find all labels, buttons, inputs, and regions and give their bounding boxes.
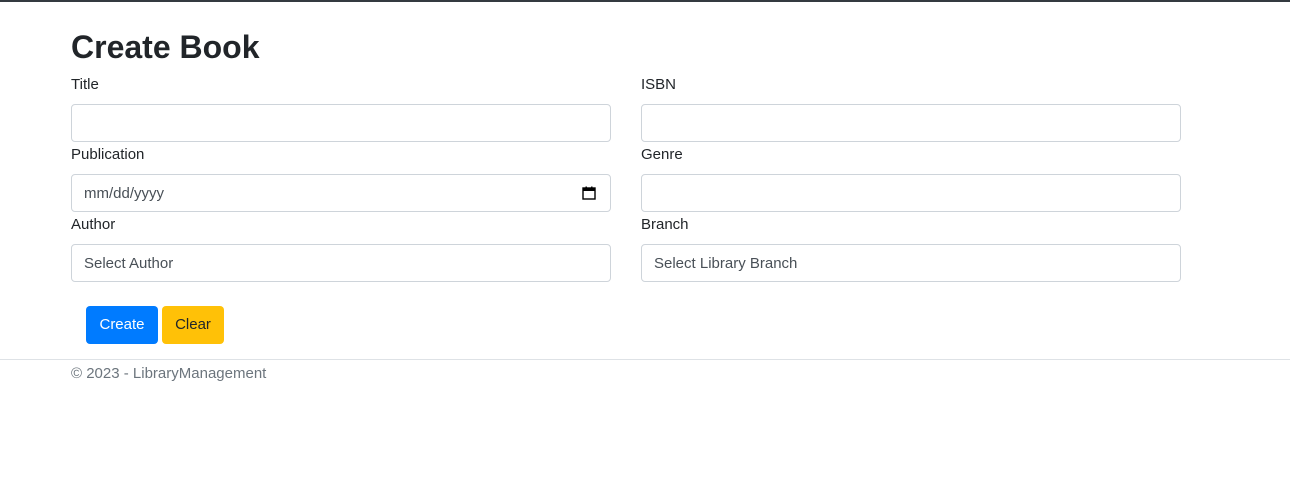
branch-select-value: Select Library Branch (654, 254, 798, 272)
publication-date-placeholder: mm/dd/yyyy (84, 184, 165, 202)
branch-label: Branch (641, 216, 689, 233)
isbn-input[interactable] (641, 104, 1181, 142)
author-select[interactable]: Select Author (71, 244, 611, 282)
isbn-label: ISBN (641, 76, 677, 93)
clear-button[interactable]: Clear (162, 306, 224, 344)
top-border (0, 0, 1290, 2)
publication-label: Publication (71, 146, 145, 163)
genre-label: Genre (641, 146, 683, 163)
calendar-icon[interactable] (582, 186, 596, 200)
author-label: Author (71, 216, 116, 233)
footer-copyright: © 2023 - LibraryManagement (71, 365, 267, 382)
create-button[interactable]: Create (86, 306, 158, 344)
author-select-value: Select Author (84, 254, 174, 272)
footer-divider (0, 359, 1290, 360)
genre-input[interactable] (641, 174, 1181, 212)
publication-date-input[interactable]: mm/dd/yyyy (71, 174, 611, 212)
title-label: Title (71, 76, 99, 93)
page-title: Create Book (71, 29, 260, 65)
title-input[interactable] (71, 104, 611, 142)
branch-select[interactable]: Select Library Branch (641, 244, 1181, 282)
